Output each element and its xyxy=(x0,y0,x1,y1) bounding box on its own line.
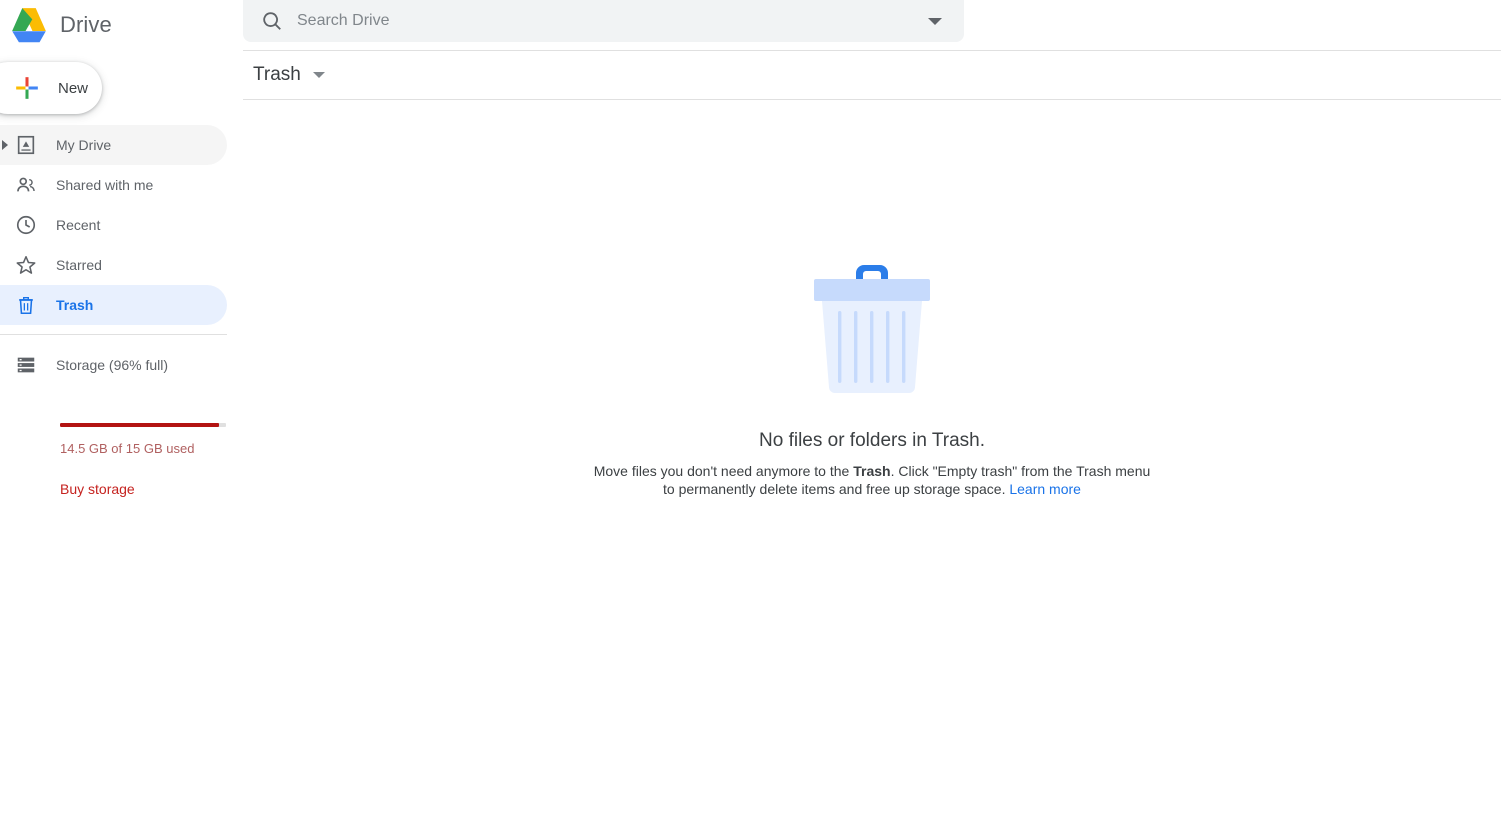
sidebar-item-trash[interactable]: Trash xyxy=(0,285,227,325)
sidebar-item-label: Trash xyxy=(56,297,94,313)
storage-section: Storage (96% full) 14.5 GB of 15 GB used… xyxy=(0,345,243,497)
google-drive-logo-icon xyxy=(12,7,46,43)
content-area: Trash No files or folders in Trash. Move… xyxy=(243,51,1501,817)
storage-progress-fill xyxy=(60,423,220,427)
sidebar-item-my-drive[interactable]: My Drive xyxy=(0,125,227,165)
new-button[interactable]: New xyxy=(0,62,102,114)
clock-icon xyxy=(16,215,36,235)
sidebar-item-recent[interactable]: Recent xyxy=(0,205,227,245)
search-input[interactable] xyxy=(295,11,928,31)
sidebar-nav-list: My Drive Shared with me Recent Starred T… xyxy=(0,125,243,325)
learn-more-link[interactable]: Learn more xyxy=(1009,481,1081,497)
sidebar-item-label: Starred xyxy=(56,257,102,273)
storage-icon xyxy=(17,357,35,373)
page-title: Trash xyxy=(253,64,301,85)
storage-row[interactable]: Storage (96% full) xyxy=(0,345,243,385)
app-brand[interactable]: Drive xyxy=(8,0,112,50)
trash-icon xyxy=(19,296,33,315)
sidebar-item-label: Recent xyxy=(56,217,101,233)
storage-progress-track xyxy=(60,423,226,427)
page-title-chevron-down-icon[interactable] xyxy=(312,72,325,78)
search-bar[interactable] xyxy=(243,0,964,42)
search-icon xyxy=(263,12,281,30)
search-options-chevron-down-icon[interactable] xyxy=(928,17,942,25)
my-drive-icon xyxy=(17,135,35,155)
content-header: Trash xyxy=(243,51,1501,99)
plus-icon xyxy=(16,77,38,99)
empty-desc-bold-trash: Trash xyxy=(853,463,891,479)
storage-used-text: 14.5 GB of 15 GB used xyxy=(60,441,195,456)
sidebar-divider xyxy=(0,334,227,335)
storage-label: Storage (96% full) xyxy=(56,357,169,373)
people-icon xyxy=(17,177,35,192)
sidebar-item-shared-with-me[interactable]: Shared with me xyxy=(0,165,227,205)
sidebar-item-label: Shared with me xyxy=(56,177,154,193)
empty-state-title: No files or folders in Trash. xyxy=(759,430,985,451)
empty-state: No files or folders in Trash. Move files… xyxy=(243,100,1501,498)
trash-can-illustration-icon xyxy=(814,265,930,393)
expand-triangle-icon[interactable] xyxy=(2,140,8,150)
star-icon xyxy=(16,255,36,274)
empty-state-description: Move files you don't need anymore to the… xyxy=(592,462,1152,498)
sidebar-item-label: My Drive xyxy=(56,137,112,153)
sidebar-item-starred[interactable]: Starred xyxy=(0,245,227,285)
app-name: Drive xyxy=(60,12,112,37)
sidebar: New My Drive Shared with me Recent Starr… xyxy=(0,50,243,817)
buy-storage-link[interactable]: Buy storage xyxy=(60,481,135,497)
empty-desc-part1: Move files you don't need anymore to the xyxy=(593,463,854,479)
new-button-label: New xyxy=(58,79,89,97)
top-bar: Drive xyxy=(0,0,1501,51)
